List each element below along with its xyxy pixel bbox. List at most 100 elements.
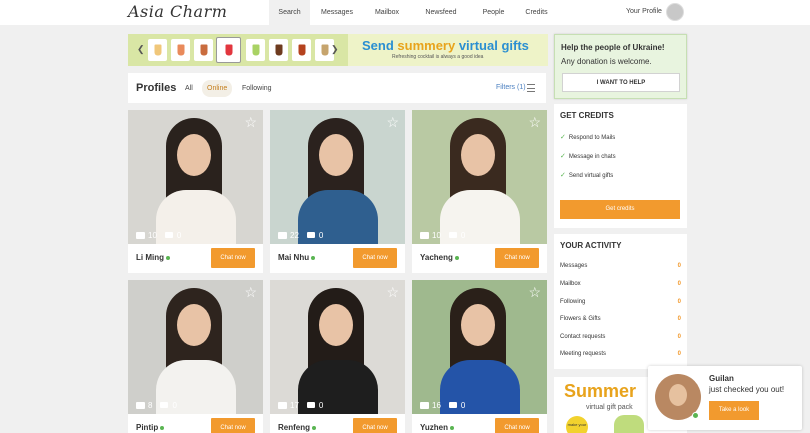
- profile-photo[interactable]: ☆ 10 0: [128, 110, 263, 244]
- profile-card[interactable]: ☆ 10 0 Yacheng Chat now: [412, 110, 547, 273]
- chevron-right-icon[interactable]: ❯: [331, 44, 339, 55]
- profile-photo[interactable]: ☆ 22 0: [270, 110, 405, 244]
- chat-now-button[interactable]: Chat now: [495, 248, 539, 268]
- profile-card[interactable]: ☆ 17 0 Renfeng Chat now: [270, 280, 405, 433]
- online-indicator-icon: [692, 412, 699, 419]
- cocktail-icon[interactable]: [148, 39, 167, 61]
- favorite-star-icon[interactable]: ☆: [528, 284, 541, 301]
- online-indicator-icon: [166, 255, 170, 260]
- profile-name[interactable]: Li Ming: [136, 253, 170, 262]
- camera-icon: [420, 231, 429, 239]
- camera-icon: [278, 231, 287, 239]
- profile-card[interactable]: ☆ 22 0 Mai Nhu Chat now: [270, 110, 405, 273]
- profile-card[interactable]: ☆ 8 0 Pintip Chat now: [128, 280, 263, 433]
- favorite-star-icon[interactable]: ☆: [244, 114, 257, 131]
- filter-sliders-icon[interactable]: [527, 84, 535, 92]
- check-icon: ✓: [560, 134, 566, 141]
- get-credits-panel: GET CREDITS ✓ Respond to Mails ✓ Message i…: [554, 104, 687, 228]
- cocktail-icon[interactable]: [292, 39, 311, 61]
- camera-icon: [278, 401, 287, 409]
- chat-now-button[interactable]: Chat now: [211, 248, 255, 268]
- video-icon: [306, 232, 315, 238]
- cocktail-icon[interactable]: [246, 39, 265, 61]
- profile-name[interactable]: Yacheng: [420, 253, 459, 262]
- profile-card[interactable]: ☆ 16 0 Yuzhen Chat now: [412, 280, 547, 433]
- chat-now-button[interactable]: Chat now: [353, 418, 397, 433]
- filters-button[interactable]: Filters (1): [496, 84, 526, 91]
- tab-all[interactable]: All: [180, 80, 198, 97]
- take-a-look-button[interactable]: Take a look: [709, 401, 759, 420]
- online-indicator-icon: [454, 255, 459, 260]
- credits-benefit: ✓ Respond to Mails: [560, 134, 616, 141]
- favorite-star-icon[interactable]: ☆: [386, 284, 399, 301]
- chevron-left-icon[interactable]: ❮: [137, 44, 145, 55]
- tab-following[interactable]: Following: [237, 80, 277, 97]
- profile-name[interactable]: Mai Nhu: [278, 253, 316, 262]
- online-indicator-icon: [450, 425, 455, 430]
- nav-messages[interactable]: Messages: [310, 0, 364, 25]
- check-icon: ✓: [560, 172, 566, 179]
- online-indicator-icon: [311, 255, 316, 260]
- profile-photo[interactable]: ☆ 17 0: [270, 280, 405, 414]
- tab-online[interactable]: Online: [202, 80, 233, 97]
- cocktail-icon[interactable]: [171, 39, 190, 61]
- profile-name[interactable]: Yuzhen: [420, 423, 455, 432]
- site-logo[interactable]: Asia Charm: [128, 2, 227, 21]
- cocktail-icon[interactable]: [269, 39, 288, 61]
- favorite-star-icon[interactable]: ☆: [528, 114, 541, 131]
- media-stats: 10 0: [136, 229, 181, 241]
- profile-photo[interactable]: ☆ 16 0: [412, 280, 547, 414]
- i-want-to-help-button[interactable]: I WANT TO HELP: [562, 73, 680, 92]
- activity-row[interactable]: Meeting requests 0: [560, 351, 681, 357]
- profile-card[interactable]: ☆ 10 0 Li Ming Chat now: [128, 110, 263, 273]
- nav-search[interactable]: Search: [269, 0, 310, 25]
- favorite-star-icon[interactable]: ☆: [244, 284, 257, 301]
- banner-subline: Refreshing cocktail is always a good ide…: [392, 54, 484, 60]
- main-nav: Search Messages Mailbox Newsfeed People …: [269, 0, 558, 25]
- online-indicator-icon: [160, 425, 165, 430]
- favorite-star-icon[interactable]: ☆: [386, 114, 399, 131]
- page-title: Profiles: [136, 82, 177, 94]
- leaf-decoration: [614, 415, 644, 433]
- chat-now-button[interactable]: Chat now: [211, 418, 255, 433]
- video-icon: [164, 232, 173, 238]
- visitor-message: just checked you out!: [709, 385, 785, 394]
- help-title: Help the people of Ukraine!: [561, 43, 665, 52]
- nav-people[interactable]: People: [472, 0, 515, 25]
- ukraine-help-panel: Help the people of Ukraine! Any donation…: [554, 34, 687, 99]
- video-icon: [306, 402, 315, 408]
- media-stats: 17 0: [278, 399, 323, 411]
- nav-credits[interactable]: Credits: [515, 0, 558, 25]
- profile-name[interactable]: Renfeng: [278, 423, 316, 432]
- camera-icon: [136, 231, 145, 239]
- activity-row[interactable]: Contact requests 0: [560, 334, 681, 340]
- cocktail-icon-selected[interactable]: [216, 37, 241, 63]
- activity-row[interactable]: Mailbox 0: [560, 281, 681, 287]
- camera-icon: [136, 401, 145, 409]
- your-activity-panel: YOUR ACTIVITY Messages 0 Mailbox 0 Followi…: [554, 234, 687, 369]
- activity-row[interactable]: Messages 0: [560, 263, 681, 269]
- credits-benefit: ✓ Send virtual gifts: [560, 172, 614, 179]
- your-profile-link[interactable]: Your Profile: [626, 8, 662, 15]
- gift-banner[interactable]: ❮ ❯ Send summery virtual gifts Refreshin…: [128, 34, 548, 66]
- nav-newsfeed[interactable]: Newsfeed: [410, 0, 472, 25]
- profile-name[interactable]: Pintip: [136, 423, 165, 432]
- credits-benefit: ✓ Message in chats: [560, 153, 616, 160]
- cocktail-icon[interactable]: [194, 39, 213, 61]
- activity-row[interactable]: Following 0: [560, 299, 681, 305]
- activity-row[interactable]: Flowers & Gifts 0: [560, 316, 681, 322]
- chat-now-button[interactable]: Chat now: [353, 248, 397, 268]
- user-avatar[interactable]: [666, 3, 684, 21]
- media-stats: 10 0: [420, 229, 465, 241]
- promo-headline: Summer: [564, 381, 637, 401]
- nav-mailbox[interactable]: Mailbox: [364, 0, 410, 25]
- video-icon: [448, 402, 457, 408]
- video-icon: [448, 232, 457, 238]
- banner-headline: Send summery virtual gifts: [362, 38, 529, 53]
- profile-photo[interactable]: ☆ 8 0: [128, 280, 263, 414]
- profile-photo[interactable]: ☆ 10 0: [412, 110, 547, 244]
- chat-now-button[interactable]: Chat now: [495, 418, 539, 433]
- visitor-name[interactable]: Guilan: [709, 374, 734, 383]
- promo-subline: virtual gift pack: [586, 404, 633, 411]
- get-credits-button[interactable]: Get credits: [560, 200, 680, 219]
